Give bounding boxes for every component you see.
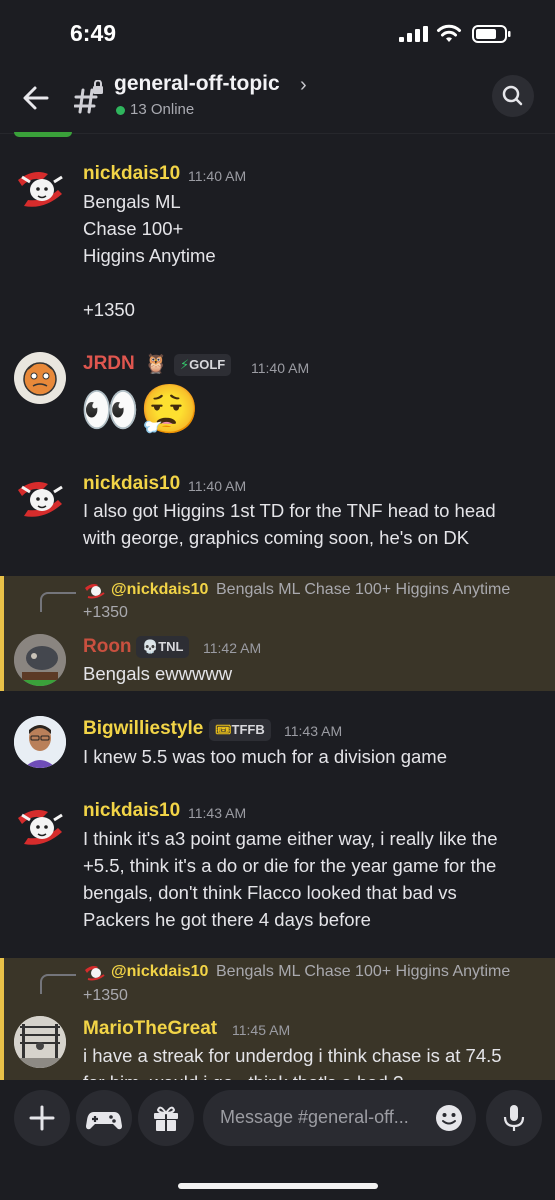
message-text: I also got Higgins 1st TD for the TNF he… [83,497,496,551]
message-line: I think it's a3 point game either way, i… [83,828,498,849]
add-attachment-button[interactable] [14,1090,70,1146]
username[interactable]: nickdais10 [83,473,180,495]
message-text: I knew 5.5 was too much for a division g… [83,743,447,770]
home-indicator[interactable] [178,1183,378,1189]
reply-avatar-mini [84,963,106,981]
channel-name[interactable]: general-off-topic [114,72,280,96]
avatar[interactable] [14,800,66,852]
message-line: i have a streak for underdog i think cha… [83,1045,502,1066]
timestamp: 11:42 AM [203,640,262,656]
timestamp: 11:43 AM [188,805,247,821]
reply-preview[interactable]: Bengals ML Chase 100+ Higgins Anytime [216,581,510,599]
message-line [83,269,216,296]
tag-label: TNL [158,639,184,654]
message-line: Higgins Anytime [83,245,216,266]
message-text: i have a streak for underdog i think cha… [83,1042,555,1080]
timestamp: 11:43 AM [284,723,343,739]
search-icon [502,85,523,106]
channel-hash-lock-icon [74,80,103,114]
message-line: for him, would i go , think that's a bad… [83,1069,555,1080]
reply-avatar-mini [84,581,106,599]
reply-username[interactable]: @nickdais10 [111,581,208,599]
battery-icon [472,25,511,43]
message-line: with george, graphics coming soon, he's … [83,527,470,548]
message-text-clip: i have a streak for underdog i think cha… [83,1042,555,1080]
username[interactable]: Bigwilliestyle [83,718,203,740]
message-text: Bengals ML Chase 100+ Higgins Anytime +1… [83,188,216,323]
status-time: 6:49 [70,20,117,46]
voice-message-button[interactable] [486,1090,542,1146]
timestamp: 11:45 AM [232,1022,291,1038]
skull-icon: 💀 [142,639,159,654]
avatar[interactable] [14,162,66,214]
back-arrow-icon[interactable] [22,84,50,112]
microphone-icon [503,1105,525,1131]
avatar[interactable] [14,716,66,768]
username[interactable]: nickdais10 [83,800,180,822]
tag-label: TFFB [231,722,265,737]
message-line: Bengals ewwwww [83,663,233,684]
timestamp: 11:40 AM [188,478,247,494]
header-divider [0,133,555,134]
tag-label: GOLF [189,357,226,372]
username[interactable]: MarioTheGreat [83,1018,217,1040]
server-tag[interactable]: 🎟TFFB [209,719,271,741]
channel-chevron-icon[interactable]: › [300,74,307,97]
online-status-dot [116,106,125,115]
reply-preview[interactable]: +1350 [83,987,128,1005]
message-text: I think it's a3 point game either way, i… [83,825,498,933]
message-text: Bengals ewwwww [83,660,232,687]
online-count: 13 Online [130,101,195,118]
avatar[interactable] [14,472,66,524]
message-line: I also got Higgins 1st TD for the TNF he… [83,500,496,521]
username[interactable]: nickdais10 [83,163,180,185]
timestamp: 11:40 AM [188,168,247,184]
message-line: +5.5, think it's a do or die for the yea… [83,855,497,876]
gift-icon [154,1106,178,1131]
plus-icon [29,1105,55,1131]
message-line: I knew 5.5 was too much for a division g… [83,746,448,767]
reply-connector [40,592,76,612]
reply-preview[interactable]: +1350 [83,604,128,622]
avatar[interactable] [14,634,66,686]
username[interactable]: Roon [83,636,132,658]
wifi-icon [437,24,461,42]
timestamp: 11:40 AM [251,360,310,376]
avatar[interactable] [14,1016,66,1068]
activities-button[interactable] [76,1090,132,1146]
emoji-icon[interactable] [434,1103,464,1133]
avatar[interactable] [14,352,66,404]
lightning-icon: ⚡ [180,357,190,372]
message-input-placeholder[interactable]: Message #general-off... [220,1107,409,1128]
ticket-icon: 🎟 [215,722,232,737]
reply-connector [40,974,76,994]
message-line: Packers he got there 4 days before [83,909,371,930]
username[interactable]: JRDN [83,353,135,375]
gift-button[interactable] [138,1090,194,1146]
message-line: bengals, don't think Flacco looked that … [83,882,457,903]
owl-icon: 🦉 [144,354,168,375]
search-button[interactable] [492,75,534,117]
signal-icon [399,26,428,42]
message-line: Chase 100+ [83,218,184,239]
scrolled-avatar-remnant [14,132,72,137]
gamepad-icon [86,1112,122,1130]
reply-preview[interactable]: Bengals ML Chase 100+ Higgins Anytime [216,963,510,981]
server-tag[interactable]: 💀TNL [136,636,190,658]
reply-username[interactable]: @nickdais10 [111,963,208,981]
message-line: +1350 [83,299,135,320]
message-line: Bengals ML [83,191,181,212]
emoji-message: 👀😮‍💨 [80,384,200,437]
server-tag[interactable]: ⚡GOLF [174,354,232,376]
